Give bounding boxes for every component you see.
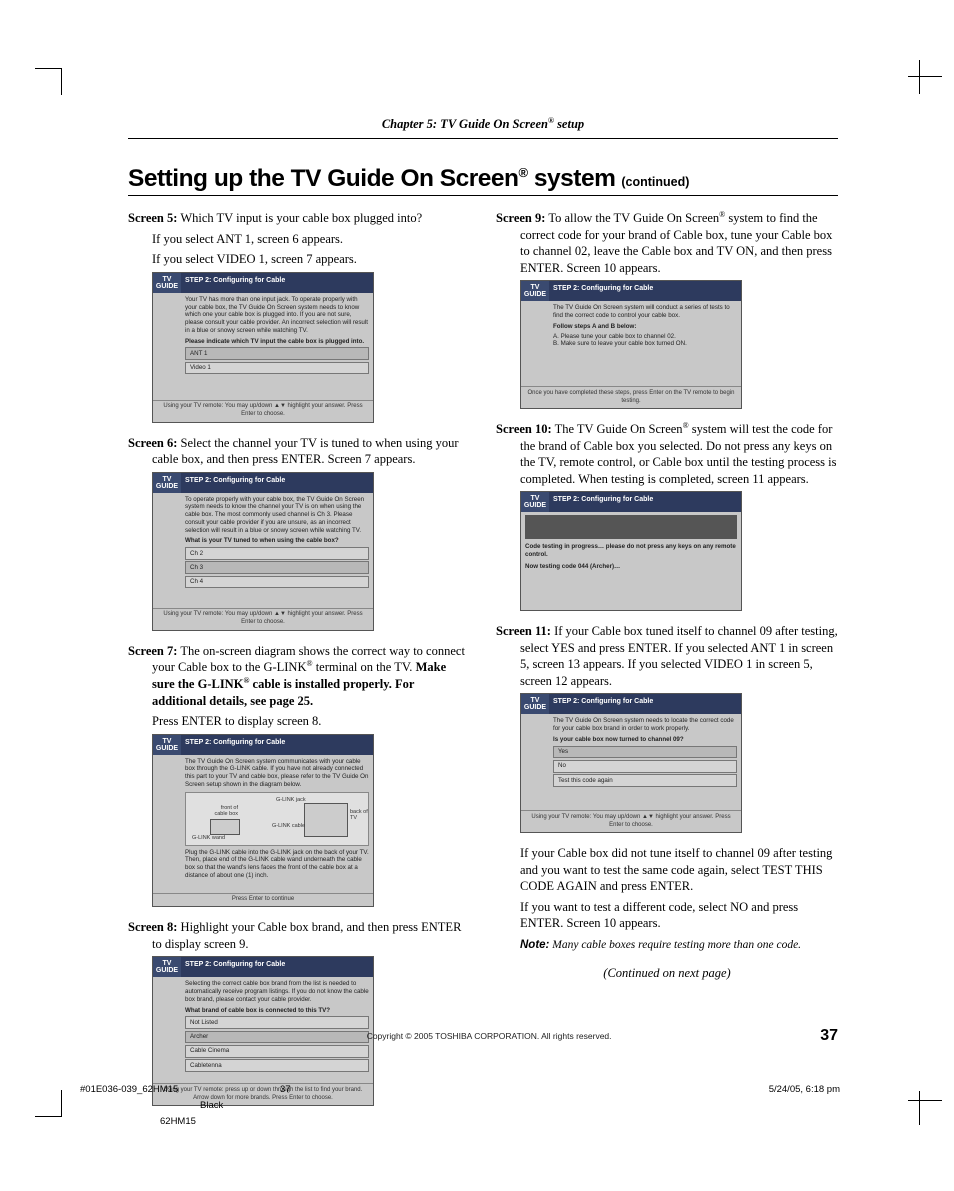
para-different-code: If you want to test a different code, se… [496,899,838,932]
step-title: STEP 2: Configuring for Cable [549,694,741,714]
page-title-row: Setting up the TV Guide On Screen® syste… [128,165,838,193]
option-no: No [553,760,737,773]
copyright-text: Copyright © 2005 TOSHIBA CORPORATION. Al… [158,1031,820,1041]
screenshot-6: TVGUIDESTEP 2: Configuring for Cable To … [152,472,374,631]
right-column: Screen 9: To allow the TV Guide On Scree… [496,210,838,1118]
screenshot-11: TVGUIDESTEP 2: Configuring for Cable The… [520,693,742,833]
step-title: STEP 2: Configuring for Cable [181,273,373,293]
screen10-para: Screen 10: The TV Guide On Screen® syste… [496,421,838,487]
print-timestamp: 5/24/05, 6:18 pm [769,1084,840,1095]
tv-guide-logo: TVGUIDE [153,957,181,977]
page-title: Setting up the TV Guide On Screen® syste… [128,165,615,193]
title-rule [128,195,838,196]
screenshot-10: TVGUIDESTEP 2: Configuring for Cable Cod… [520,491,742,611]
continued-on-next-page: (Continued on next page) [496,965,838,982]
tv-guide-logo: TVGUIDE [153,735,181,755]
step-title: STEP 2: Configuring for Cable [549,492,741,512]
tv-guide-logo: TVGUIDE [153,473,181,493]
option-test-again: Test this code again [553,774,737,787]
copyright-row: Copyright © 2005 TOSHIBA CORPORATION. Al… [128,1027,838,1045]
screen5-para: Screen 5: Which TV input is your cable b… [128,210,470,227]
option-ch2: Ch 2 [185,547,369,560]
screen7-line2: Press ENTER to display screen 8. [128,713,470,730]
screen11-para: Screen 11: If your Cable box tuned itsel… [496,623,838,689]
screen8-para: Screen 8: Highlight your Cable box brand… [128,919,470,952]
option-ch4: Ch 4 [185,576,369,589]
header-rule [128,138,838,139]
screenshot-7: TVGUIDESTEP 2: Configuring for Cable The… [152,734,374,908]
step-title: STEP 2: Configuring for Cable [181,473,373,493]
tv-guide-logo: TVGUIDE [521,281,549,301]
option-cablecinema: Cable Cinema [185,1045,369,1058]
chapter-text: Chapter 5: TV Guide On Screen [382,117,548,131]
para-retest: If your Cable box did not tune itself to… [496,845,838,895]
screenshot-5: TVGUIDESTEP 2: Configuring for Cable You… [152,272,374,423]
print-pagenum: 37 [280,1084,291,1095]
print-model: 62HM15 [80,1116,920,1127]
note-body: Many cable boxes require testing more th… [549,939,801,951]
option-ant1: ANT 1 [185,347,369,360]
page-number: 37 [820,1027,838,1045]
tv-guide-logo: TVGUIDE [521,492,549,512]
step-title: STEP 2: Configuring for Cable [181,957,373,977]
note-row: Note: Many cable boxes require testing m… [496,936,838,953]
step-title: STEP 2: Configuring for Cable [549,281,741,301]
left-column: Screen 5: Which TV input is your cable b… [128,210,470,1118]
option-ch3: Ch 3 [185,561,369,574]
screen6-para: Screen 6: Select the channel your TV is … [128,435,470,468]
print-filename: #01E036-039_62HM15 [80,1084,178,1095]
tv-guide-logo: TVGUIDE [521,694,549,714]
step-title: STEP 2: Configuring for Cable [181,735,373,755]
screen9-para: Screen 9: To allow the TV Guide On Scree… [496,210,838,276]
screen7-para: Screen 7: The on-screen diagram shows th… [128,643,470,709]
screen5-line3: If you select VIDEO 1, screen 7 appears. [128,251,470,268]
chapter-suffix: setup [554,117,584,131]
option-video1: Video 1 [185,362,369,375]
page-title-continued: (continued) [621,175,689,189]
option-yes: Yes [553,746,737,759]
note-label: Note: [520,939,549,951]
glink-diagram: front of cable box G-LINK jack back of T… [185,792,369,846]
chapter-header: Chapter 5: TV Guide On Screen® setup [128,116,838,132]
tv-guide-logo: TVGUIDE [153,273,181,293]
option-cabletenna: Cabletenna [185,1059,369,1072]
screenshot-9: TVGUIDESTEP 2: Configuring for Cable The… [520,280,742,409]
screen5-line2: If you select ANT 1, screen 6 appears. [128,231,470,248]
print-color: Black [80,1100,840,1111]
print-footer: #01E036-039_62HM15 37 5/24/05, 6:18 pm [80,1084,840,1095]
